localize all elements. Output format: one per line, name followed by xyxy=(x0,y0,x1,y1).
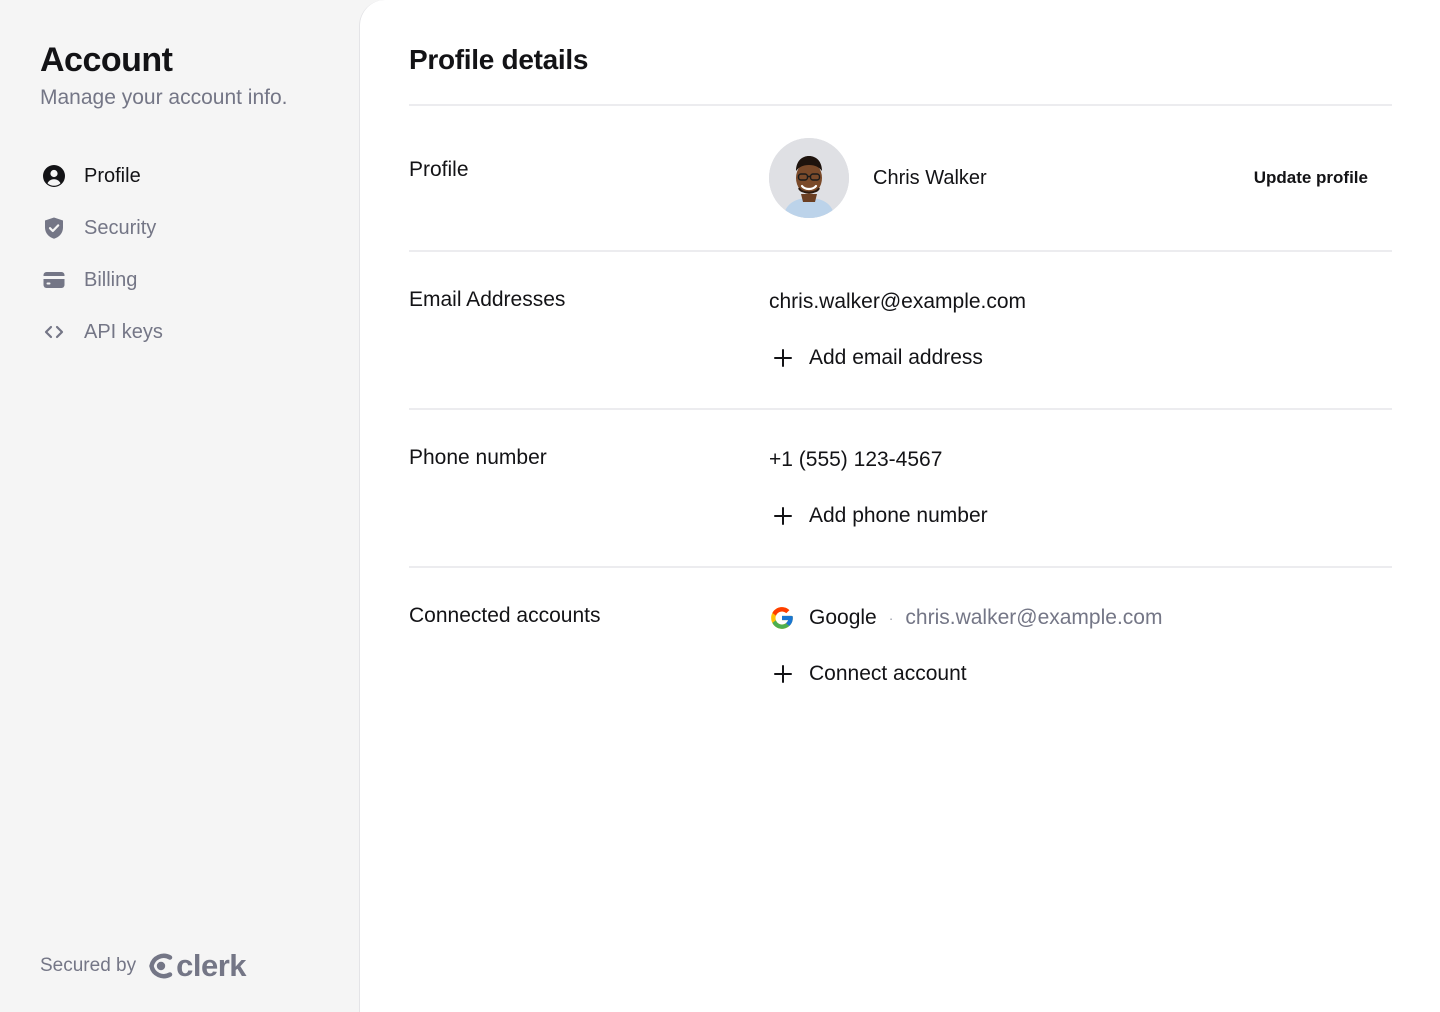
sidebar-subtitle: Manage your account info. xyxy=(40,86,288,109)
sidebar-item-label: Security xyxy=(84,216,157,239)
sidebar-item-profile[interactable]: Profile xyxy=(40,150,360,202)
section-label: Email Addresses xyxy=(409,288,566,311)
clerk-logo[interactable]: clerk xyxy=(148,948,247,983)
google-icon xyxy=(769,604,797,632)
plus-icon xyxy=(773,506,801,526)
profile-row: Chris Walker Update profile xyxy=(769,138,1392,218)
clerk-wordmark: clerk xyxy=(176,948,247,983)
profile-panel: Profile details Profile Chris Walker Upd… xyxy=(359,0,1440,1012)
sidebar: Account Manage your account info. Profil… xyxy=(0,0,360,1012)
provider-name: Google xyxy=(809,606,877,629)
shield-check-icon xyxy=(40,214,68,242)
connected-accounts-section: Connected accounts Google · chris.walker… xyxy=(409,568,1392,724)
clerk-mark-icon xyxy=(149,953,173,979)
phone-section: Phone number +1 (555) 123-4567 Add phone… xyxy=(409,410,1392,566)
sidebar-item-label: API keys xyxy=(84,320,163,343)
connected-email: chris.walker@example.com xyxy=(905,606,1163,629)
avatar-photo xyxy=(769,138,849,218)
user-circle-icon xyxy=(40,162,68,190)
sidebar-item-label: Profile xyxy=(84,164,141,187)
sidebar-item-security[interactable]: Security xyxy=(40,202,360,254)
account-app: Account Manage your account info. Profil… xyxy=(0,0,1440,1012)
sidebar-item-label: Billing xyxy=(84,268,138,291)
add-email-label: Add email address xyxy=(809,346,983,369)
email-value[interactable]: chris.walker@example.com xyxy=(769,284,1392,320)
plus-icon xyxy=(773,664,801,684)
page-title: Profile details xyxy=(409,44,589,75)
profile-section: Profile Chris Walker Update profile xyxy=(409,106,1392,250)
plus-icon xyxy=(773,348,801,368)
code-brackets-icon xyxy=(40,318,68,346)
email-section: Email Addresses chris.walker@example.com… xyxy=(409,252,1392,408)
credit-card-icon xyxy=(40,266,68,294)
sidebar-item-billing[interactable]: Billing xyxy=(40,254,360,306)
sidebar-title: Account xyxy=(40,41,173,79)
add-phone-label: Add phone number xyxy=(809,504,988,527)
connect-account-label: Connect account xyxy=(809,662,967,685)
update-profile-button[interactable]: Update profile xyxy=(1254,168,1368,188)
section-label: Connected accounts xyxy=(409,604,601,627)
connected-account-google[interactable]: Google · chris.walker@example.com xyxy=(769,600,1392,636)
phone-value[interactable]: +1 (555) 123-4567 xyxy=(769,442,1392,478)
secured-by-text: Secured by xyxy=(40,955,137,976)
connect-account-button[interactable]: Connect account xyxy=(769,656,1392,692)
section-label: Phone number xyxy=(409,446,547,469)
section-label: Profile xyxy=(409,158,469,181)
sidebar-item-api-keys[interactable]: API keys xyxy=(40,306,360,358)
separator-dot: · xyxy=(888,610,894,626)
sidebar-nav: Profile Security Billing API keys xyxy=(40,150,360,358)
avatar[interactable] xyxy=(769,138,849,218)
secured-by-footer: Secured by clerk xyxy=(40,948,247,983)
add-email-button[interactable]: Add email address xyxy=(769,340,1392,376)
add-phone-button[interactable]: Add phone number xyxy=(769,498,1392,534)
profile-name: Chris Walker xyxy=(873,166,987,189)
